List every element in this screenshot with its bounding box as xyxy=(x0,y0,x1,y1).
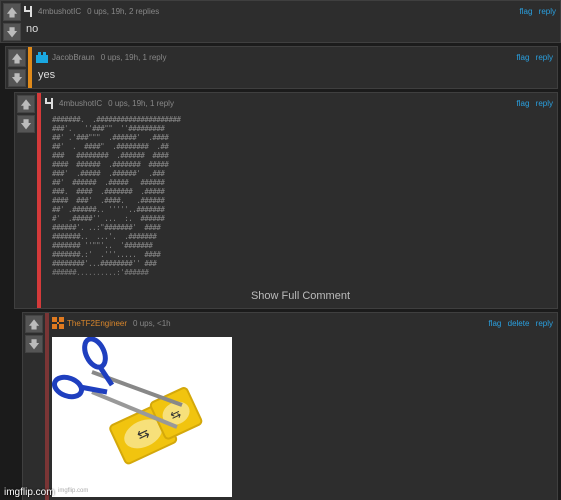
upvote-button[interactable]: 🡅 xyxy=(25,315,43,333)
vote-controls: 🡅 🡇 xyxy=(6,47,28,89)
reply-link[interactable]: reply xyxy=(536,53,553,62)
comment: 🡅 🡇 TheTF2Engineer 0 ups, <1h flag delet… xyxy=(22,312,558,500)
downvote-button[interactable]: 🡇 xyxy=(3,23,21,41)
arrow-up-icon: 🡅 xyxy=(28,317,40,331)
upvote-button[interactable]: 🡅 xyxy=(17,95,35,113)
flag-link[interactable]: flag xyxy=(517,99,530,108)
delete-link[interactable]: delete xyxy=(508,319,530,328)
ascii-art: #######. .##################### ###'. ''… xyxy=(52,115,181,277)
avatar[interactable] xyxy=(44,97,56,109)
avatar[interactable] xyxy=(35,51,49,63)
avatar[interactable] xyxy=(23,5,35,17)
comment-actions: flag delete reply xyxy=(484,319,553,328)
comment-actions: flag reply xyxy=(513,99,553,108)
comment-actions: flag reply xyxy=(516,7,556,16)
username[interactable]: 4mbushotIC xyxy=(38,7,81,16)
comment-meta: 0 ups, <1h xyxy=(133,318,171,328)
flag-link[interactable]: flag xyxy=(488,319,501,328)
thread-bar xyxy=(45,313,49,500)
comment-header: JacobBraun 0 ups, 19h, 1 reply flag repl… xyxy=(35,50,553,64)
comment-meta: 0 ups, 19h, 1 reply xyxy=(100,52,167,62)
arrow-down-icon: 🡇 xyxy=(28,337,40,351)
thread-bar xyxy=(28,47,32,88)
thread-bar xyxy=(37,93,41,308)
comment-header: 4mbushotIC 0 ups, 19h, 2 replies flag re… xyxy=(23,4,556,18)
comment: 🡅 🡇 4mbushotIC 0 ups, 19h, 1 reply flag … xyxy=(14,92,558,309)
comment-text: no xyxy=(26,23,39,35)
image-caption: imgflip.com xyxy=(58,488,89,494)
vote-controls: 🡅 🡇 xyxy=(23,313,45,355)
downvote-button[interactable]: 🡇 xyxy=(8,69,26,87)
flag-link[interactable]: flag xyxy=(517,53,530,62)
reply-link[interactable]: reply xyxy=(539,7,556,16)
comment-text: yes xyxy=(38,69,56,81)
imgflip-watermark: imgflip.com xyxy=(4,487,55,498)
comment-header: TheTF2Engineer 0 ups, <1h flag delete re… xyxy=(52,316,553,330)
arrow-down-icon: 🡇 xyxy=(6,25,18,39)
comment-meta: 0 ups, 19h, 1 reply xyxy=(108,98,174,108)
downvote-button[interactable]: 🡇 xyxy=(17,115,35,133)
comment-header: 4mbushotIC 0 ups, 19h, 1 reply flag repl… xyxy=(44,96,553,110)
avatar[interactable] xyxy=(52,317,64,329)
username[interactable]: TheTF2Engineer xyxy=(67,319,127,328)
arrow-up-icon: 🡅 xyxy=(6,5,18,19)
show-full-comment-button[interactable]: Show Full Comment xyxy=(44,290,557,302)
comment: 🡅 🡇 JacobBraun 0 ups, 19h, 1 reply flag … xyxy=(5,46,558,89)
vote-controls: 🡅 🡇 xyxy=(15,93,37,135)
arrow-up-icon: 🡅 xyxy=(20,97,32,111)
downvote-button[interactable]: 🡇 xyxy=(25,335,43,353)
flag-link[interactable]: flag xyxy=(520,7,533,16)
comment-meta: 0 ups, 19h, 2 replies xyxy=(87,6,160,16)
arrow-down-icon: 🡇 xyxy=(20,117,32,131)
arrow-down-icon: 🡇 xyxy=(11,71,23,85)
comment-fade xyxy=(44,268,557,308)
upvote-button[interactable]: 🡅 xyxy=(8,49,26,67)
comment: 🡅 🡇 4mbushotIC 0 ups, 19h, 2 replies fla… xyxy=(0,0,561,43)
username[interactable]: 4mbushotIC xyxy=(59,99,102,108)
username[interactable]: JacobBraun xyxy=(52,53,95,62)
comment-actions: flag reply xyxy=(513,53,553,62)
scissors-cutting-card-image: ⇆ ⇆ xyxy=(52,337,203,465)
reply-link[interactable]: reply xyxy=(536,99,553,108)
upvote-button[interactable]: 🡅 xyxy=(3,3,21,21)
reply-link[interactable]: reply xyxy=(536,319,553,328)
vote-controls: 🡅 🡇 xyxy=(1,1,23,43)
arrow-up-icon: 🡅 xyxy=(11,51,23,65)
comment-image[interactable]: ⇆ ⇆ imgflip.com xyxy=(52,337,232,497)
